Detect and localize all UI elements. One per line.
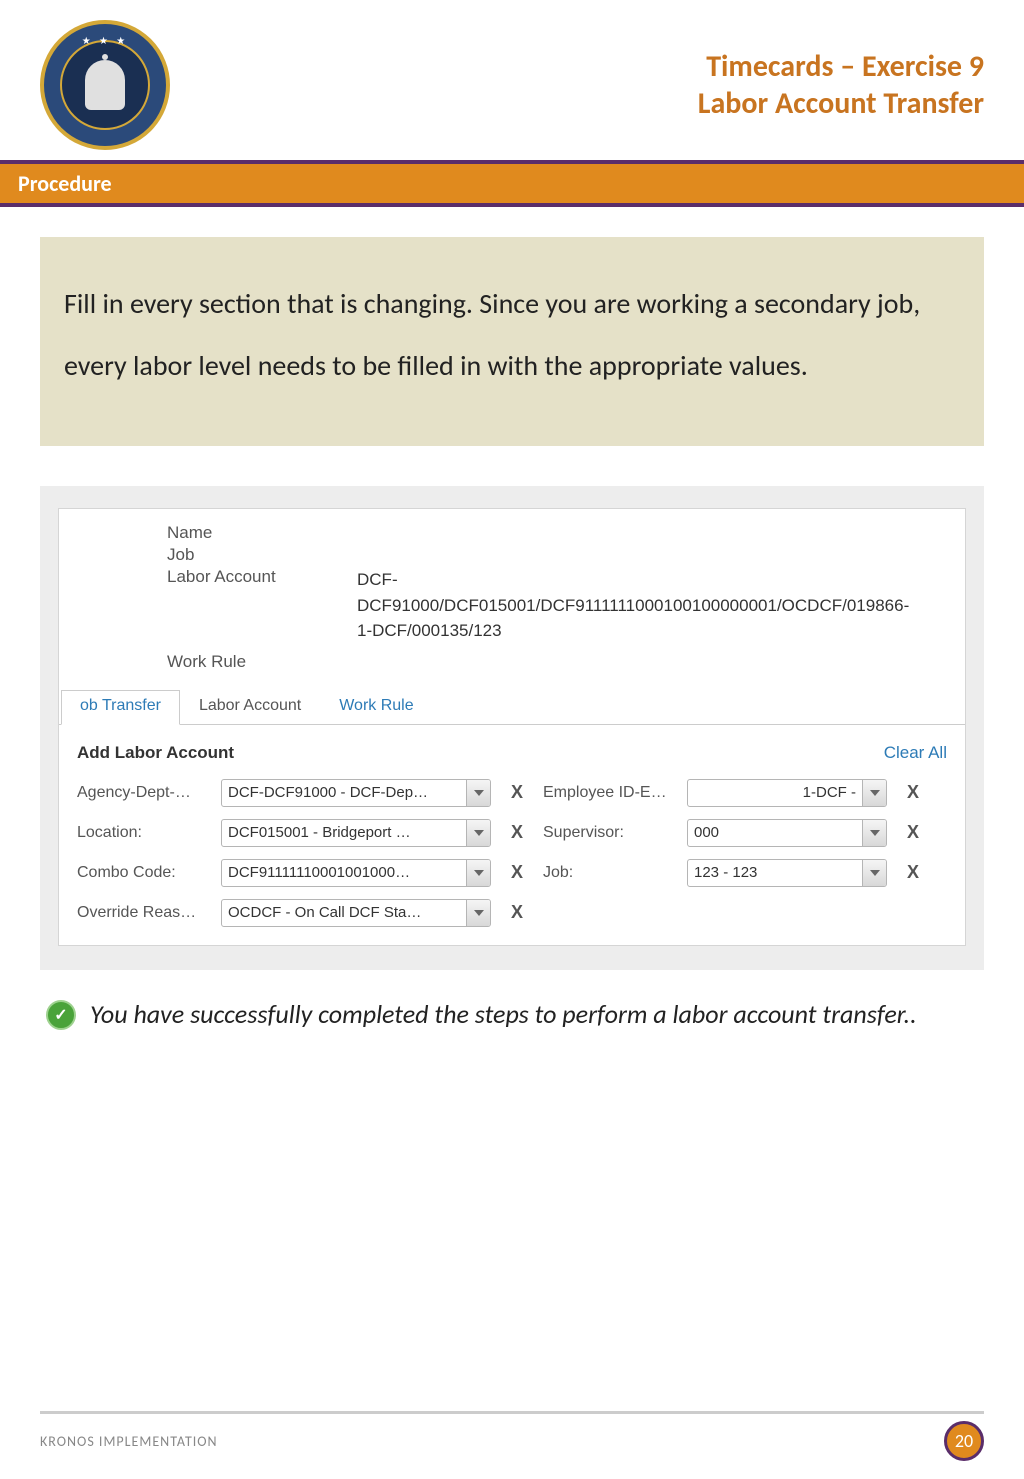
combo-code-dropdown[interactable]: DCF91111110001001000… <box>221 859 491 887</box>
chevron-down-icon <box>870 870 880 876</box>
info-name-label: Name <box>167 523 357 543</box>
success-check-icon: ✓ <box>46 1000 76 1030</box>
dropdown-button[interactable] <box>862 860 886 886</box>
info-labor-account-label: Labor Account <box>167 567 357 644</box>
combo-code-value: DCF91111110001001000… <box>222 864 466 881</box>
employee-id-value: 1-DCF - <box>688 784 862 801</box>
procedure-heading: Procedure <box>0 160 1024 207</box>
dropdown-button[interactable] <box>862 780 886 806</box>
footer-label: KRONOS IMPLEMENTATION <box>40 1433 218 1450</box>
info-work-rule-label: Work Rule <box>167 652 357 672</box>
location-dropdown[interactable]: DCF015001 - Bridgeport … <box>221 819 491 847</box>
info-job-label: Job <box>167 545 357 565</box>
clear-employee-button[interactable]: X <box>901 782 925 803</box>
page-title-line2: Labor Account Transfer <box>698 85 984 122</box>
agency-seal: ★ ★ ★ <box>40 20 170 150</box>
supervisor-dropdown[interactable]: 000 <box>687 819 887 847</box>
dropdown-button[interactable] <box>466 820 490 846</box>
tab-work-rule[interactable]: Work Rule <box>320 690 432 724</box>
job-dropdown[interactable]: 123 - 123 <box>687 859 887 887</box>
clear-supervisor-button[interactable]: X <box>901 822 925 843</box>
dropdown-button[interactable] <box>862 820 886 846</box>
application-screenshot: Name Job Labor Account DCF-DCF91000/DCF0… <box>40 486 984 970</box>
supervisor-value: 000 <box>688 824 862 841</box>
job-value: 123 - 123 <box>688 864 862 881</box>
location-label: Location: <box>77 824 207 842</box>
supervisor-label: Supervisor: <box>543 824 673 842</box>
combo-code-label: Combo Code: <box>77 864 207 882</box>
dropdown-button[interactable] <box>466 780 490 806</box>
tab-ob-transfer[interactable]: ob Transfer <box>61 690 180 725</box>
chevron-down-icon <box>474 910 484 916</box>
employee-id-label: Employee ID-E… <box>543 784 673 802</box>
override-reason-dropdown[interactable]: OCDCF - On Call DCF Sta… <box>221 899 491 927</box>
agency-dept-value: DCF-DCF91000 - DCF-Dep… <box>222 784 466 801</box>
agency-dept-dropdown[interactable]: DCF-DCF91000 - DCF-Dep… <box>221 779 491 807</box>
job-label: Job: <box>543 864 673 882</box>
chevron-down-icon <box>870 790 880 796</box>
override-reason-value: OCDCF - On Call DCF Sta… <box>222 904 466 921</box>
chevron-down-icon <box>474 830 484 836</box>
clear-override-button[interactable]: X <box>505 902 529 923</box>
dropdown-button[interactable] <box>466 900 490 926</box>
info-labor-account-value: DCF-DCF91000/DCF015001/DCF91111110001001… <box>357 567 917 644</box>
success-message: You have successfully completed the step… <box>90 996 917 1032</box>
chevron-down-icon <box>474 870 484 876</box>
clear-location-button[interactable]: X <box>505 822 529 843</box>
clear-all-link[interactable]: Clear All <box>884 743 947 763</box>
chevron-down-icon <box>474 790 484 796</box>
dropdown-button[interactable] <box>466 860 490 886</box>
agency-dept-label: Agency-Dept-… <box>77 784 207 802</box>
page-number-badge: 20 <box>944 1421 984 1461</box>
page-title-line1: Timecards – Exercise 9 <box>698 48 984 85</box>
override-reason-label: Override Reas… <box>77 904 207 922</box>
instruction-text: Fill in every section that is changing. … <box>40 237 984 446</box>
employee-id-dropdown[interactable]: 1-DCF - <box>687 779 887 807</box>
clear-agency-button[interactable]: X <box>505 782 529 803</box>
clear-combo-button[interactable]: X <box>505 862 529 883</box>
clear-job-button[interactable]: X <box>901 862 925 883</box>
add-labor-account-title: Add Labor Account <box>77 743 234 763</box>
chevron-down-icon <box>870 830 880 836</box>
location-value: DCF015001 - Bridgeport … <box>222 824 466 841</box>
tab-labor-account[interactable]: Labor Account <box>180 690 320 724</box>
